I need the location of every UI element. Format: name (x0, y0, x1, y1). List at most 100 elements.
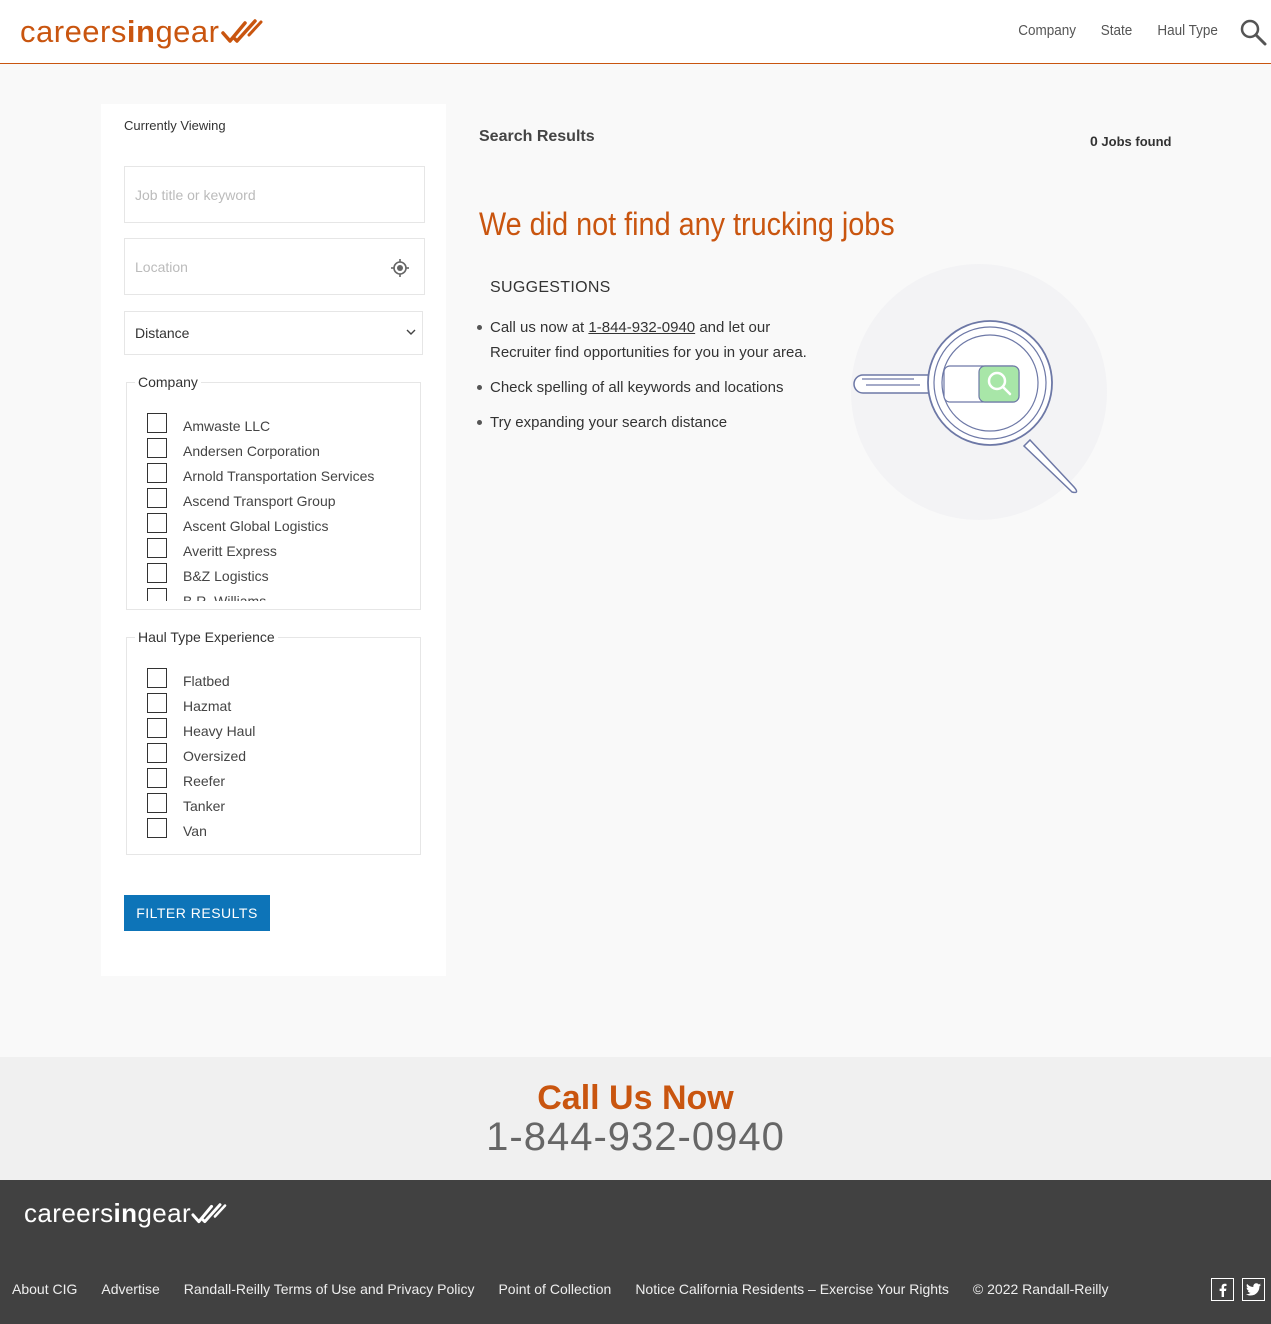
keyword-field[interactable] (124, 166, 425, 223)
search-icon[interactable] (1239, 18, 1267, 46)
search-results-title: Search Results (479, 128, 595, 145)
jobs-count: 0 (1090, 133, 1098, 149)
social-links (1211, 1278, 1265, 1301)
suggestion-call: Call us now at 1-844-932-0940 and let ou… (477, 315, 830, 365)
company-checkbox-label: Arnold Transportation Services (183, 467, 375, 484)
suggestions-heading: SUGGESTIONS (490, 279, 611, 296)
haul-type-checkbox-list: Flatbed Hazmat Heavy Haul Oversized Reefer Ta… (147, 667, 416, 846)
company-filter: Company Amwaste LLC Andersen Corporation A… (126, 374, 421, 610)
haul-type-checkbox-item[interactable]: Heavy Haul (147, 717, 416, 742)
company-checkbox-label: Averitt Express (183, 542, 277, 559)
no-results-heading: We did not find any trucking jobs (479, 206, 895, 242)
suggestion-call-pre: Call us now at (490, 319, 589, 336)
company-checkbox-label: B.R. Williams (183, 592, 267, 602)
nav-haul-type[interactable]: Haul Type (1157, 22, 1218, 39)
haul-type-checkbox-item[interactable]: Tanker (147, 792, 416, 817)
distance-select-value: Distance (135, 325, 190, 341)
haul-type-checkbox-label: Tanker (183, 797, 226, 814)
company-checkbox-list[interactable]: Amwaste LLC Andersen Corporation Arnold Tr… (147, 412, 416, 601)
footer-link-california-notice[interactable]: Notice California Residents – Exercise Y… (635, 1281, 949, 1297)
company-checkbox-item[interactable]: Ascent Global Logistics (147, 512, 416, 537)
main-nav: Company State Haul Type (1015, 22, 1222, 39)
haul-type-checkbox-item[interactable]: Oversized (147, 742, 416, 767)
site-header: careers in gear Company State Haul Type (0, 0, 1271, 64)
footer-logo[interactable]: careers in gear (24, 1198, 227, 1229)
twitter-icon[interactable] (1242, 1278, 1265, 1301)
magnifier-illustration (851, 264, 1107, 520)
haul-type-checkbox-label: Oversized (183, 747, 247, 764)
company-checkbox[interactable] (147, 437, 167, 458)
company-checkbox[interactable] (147, 487, 167, 508)
company-checkbox-item[interactable]: Arnold Transportation Services (147, 462, 416, 487)
company-checkbox-label: B&Z Logistics (183, 567, 269, 584)
facebook-icon[interactable] (1211, 1278, 1234, 1301)
nav-state[interactable]: State (1100, 22, 1132, 39)
logo-text-in: in (126, 14, 156, 49)
nav-company[interactable]: Company (1018, 22, 1076, 39)
company-checkbox-item[interactable]: Amwaste LLC (147, 412, 416, 437)
company-checkbox-label: Ascend Transport Group (183, 492, 336, 509)
locate-me-icon[interactable] (390, 258, 410, 278)
call-us-title: Call Us Now (537, 1079, 734, 1117)
haul-type-checkbox[interactable] (147, 692, 167, 713)
suggestion-phone-link[interactable]: 1-844-932-0940 (588, 319, 695, 336)
footer-links: About CIG Advertise Randall-Reilly Terms… (12, 1281, 1109, 1297)
location-field[interactable] (124, 238, 425, 295)
location-input[interactable] (125, 239, 424, 294)
haul-type-checkbox[interactable] (147, 742, 167, 763)
haul-type-checkbox[interactable] (147, 817, 167, 838)
logo-text-gear: gear (155, 14, 220, 49)
call-us-band: Call Us Now 1-844-932-0940 (0, 1057, 1271, 1180)
footer-logo-careers: careers (24, 1198, 114, 1228)
company-checkbox-item[interactable]: Ascend Transport Group (147, 487, 416, 512)
suggestion-spelling: Check spelling of all keywords and locat… (477, 375, 830, 400)
filter-sidebar: Currently Viewing Distance Company Amwas… (101, 104, 446, 976)
suggestion-distance: Try expanding your search distance (477, 410, 830, 435)
footer-link-terms[interactable]: Randall-Reilly Terms of Use and Privacy … (184, 1281, 475, 1297)
footer-logo-gear: gear (137, 1198, 192, 1228)
call-us-phone[interactable]: 1-844-932-0940 (0, 1115, 1271, 1160)
distance-select[interactable]: Distance (124, 311, 423, 355)
company-checkbox[interactable] (147, 587, 167, 601)
company-checkbox[interactable] (147, 537, 167, 558)
haul-type-checkbox-label: Reefer (183, 772, 226, 789)
company-checkbox[interactable] (147, 412, 167, 433)
haul-type-checkbox-item[interactable]: Hazmat (147, 692, 416, 717)
haul-type-checkbox[interactable] (147, 767, 167, 788)
company-checkbox[interactable] (147, 512, 167, 533)
company-checkbox-item[interactable]: Andersen Corporation (147, 437, 416, 462)
keyword-input[interactable] (125, 167, 424, 222)
jobs-found-count: 0 Jobs found (1090, 133, 1171, 149)
double-check-icon (191, 1202, 227, 1223)
haul-type-checkbox-label: Hazmat (183, 697, 232, 714)
footer-link-about[interactable]: About CIG (12, 1281, 77, 1297)
haul-type-checkbox[interactable] (147, 667, 167, 688)
company-checkbox-item[interactable]: B.R. Williams (147, 587, 416, 601)
company-checkbox-label: Ascent Global Logistics (183, 517, 329, 534)
footer-link-advertise[interactable]: Advertise (101, 1281, 159, 1297)
haul-type-checkbox[interactable] (147, 792, 167, 813)
company-checkbox-item[interactable]: Averitt Express (147, 537, 416, 562)
haul-type-filter-legend: Haul Type Experience (138, 629, 275, 645)
double-check-icon (221, 19, 263, 43)
logo-text-careers: careers (20, 14, 127, 49)
filter-results-button[interactable]: FILTER RESULTS (124, 895, 270, 931)
haul-type-filter: Haul Type Experience Flatbed Hazmat Heavy … (126, 629, 421, 855)
footer-logo-in: in (113, 1198, 138, 1228)
company-checkbox[interactable] (147, 562, 167, 583)
careersingear-logo[interactable]: careers in gear (20, 12, 263, 52)
company-checkbox-label: Amwaste LLC (183, 417, 271, 434)
company-checkbox-item[interactable]: B&Z Logistics (147, 562, 416, 587)
haul-type-checkbox-item[interactable]: Van (147, 817, 416, 842)
haul-type-checkbox-label: Flatbed (183, 672, 230, 689)
company-filter-legend: Company (138, 374, 198, 390)
haul-type-checkbox[interactable] (147, 717, 167, 738)
footer-link-point-of-collection[interactable]: Point of Collection (498, 1281, 611, 1297)
currently-viewing-label: Currently Viewing (124, 118, 226, 133)
company-checkbox[interactable] (147, 462, 167, 483)
haul-type-checkbox-item[interactable]: Reefer (147, 767, 416, 792)
haul-type-checkbox-label: Van (183, 822, 207, 839)
haul-type-checkbox-label: Heavy Haul (183, 722, 256, 739)
haul-type-checkbox-item[interactable]: Flatbed (147, 667, 416, 692)
chevron-down-icon (406, 329, 416, 335)
